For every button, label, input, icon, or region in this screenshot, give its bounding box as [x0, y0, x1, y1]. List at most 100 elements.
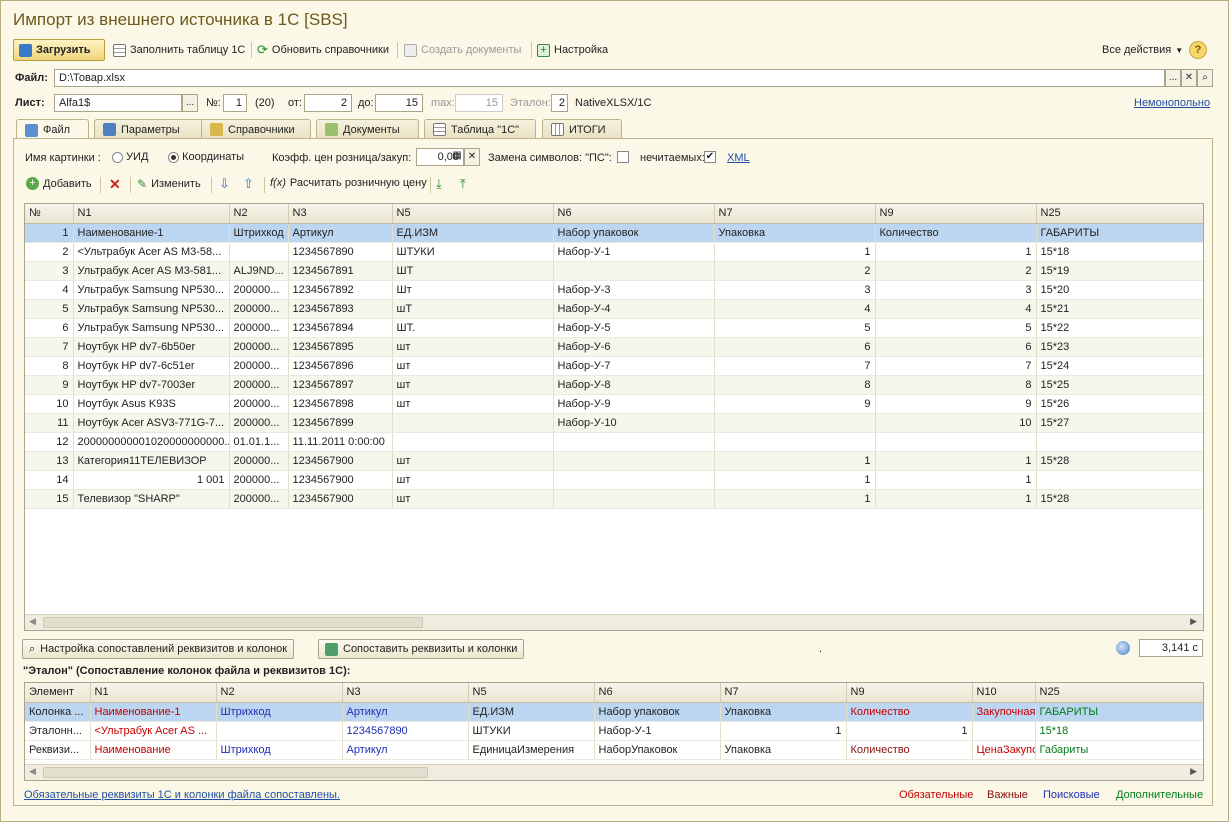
file-icon [25, 123, 38, 137]
column-header[interactable]: N3 [342, 683, 469, 703]
table-row[interactable]: 7 Ноутбук HP dv7-6b50er 200000... 123456789… [25, 337, 1203, 357]
settings-button[interactable]: + Настройка [537, 39, 608, 61]
column-header[interactable]: N1 [73, 204, 230, 224]
from-input[interactable]: 2 [304, 94, 352, 112]
column-header[interactable]: N25 [1036, 204, 1203, 224]
help-button[interactable]: ? [1189, 41, 1207, 59]
sheet-input[interactable]: Alfa1$ [54, 94, 182, 112]
table-cell [229, 242, 289, 262]
to-input[interactable]: 15 [375, 94, 423, 112]
column-header[interactable]: N7 [720, 683, 847, 703]
table-cell: Набор-У-1 [553, 242, 715, 262]
column-header[interactable]: N5 [392, 204, 554, 224]
column-header[interactable]: N1 [90, 683, 217, 703]
tab-totals[interactable]: ИТОГИ [542, 119, 622, 139]
xml-link[interactable]: XML [727, 152, 750, 164]
add-button[interactable]: + Добавить [26, 177, 92, 190]
tab-table-1c[interactable]: Таблица "1С" [424, 119, 536, 139]
replace-ps-checkbox[interactable] [617, 151, 629, 163]
tab-label: Файл [43, 124, 71, 136]
table-cell: 6 [875, 337, 1037, 357]
table-row[interactable]: 8 Ноутбук HP dv7-6c51er 200000... 123456789… [25, 356, 1203, 376]
mapping-settings-button[interactable]: ⌕ Настройка сопоставлений реквизитов и ко… [22, 639, 295, 659]
column-header[interactable]: N25 [1035, 683, 1203, 703]
tab-documents[interactable]: Документы [316, 119, 419, 139]
move-down-icon[interactable]: ⇩ [219, 176, 230, 192]
column-header[interactable]: N2 [216, 683, 343, 703]
all-actions-menu[interactable]: Все действия ▼ [1102, 39, 1183, 61]
table-row[interactable]: 4 Ультрабук Samsung NP530... 200000... 1234… [25, 280, 1203, 300]
load-button[interactable]: Загрузить [13, 39, 105, 61]
etalon-horizontal-scrollbar[interactable]: ◀ ▶ [25, 764, 1203, 780]
sheet-num-input[interactable]: 1 [223, 94, 247, 112]
tab-catalogs[interactable]: Справочники [201, 119, 311, 139]
tab-file[interactable]: Файл [16, 119, 89, 140]
main-data-grid[interactable]: № N1 N2 N3 N5 N6 N7 N9 N25 1 Наименование-1 Штрихк… [24, 203, 1204, 631]
calc-retail-button[interactable]: f(x) Расчитать розничную цену [270, 177, 427, 189]
column-header[interactable]: N3 [288, 204, 393, 224]
scroll-thumb[interactable] [43, 767, 428, 778]
column-header[interactable]: Элемент [25, 683, 91, 703]
tab-parameters[interactable]: Параметры [94, 119, 207, 139]
table-row[interactable]: 1 Наименование-1 Штрихкод Артикул ЕД.ИЗМ Набо… [25, 223, 1203, 243]
table-row[interactable]: 6 Ультрабук Samsung NP530... 200000... 1234… [25, 318, 1203, 338]
non-exclusive-link[interactable]: Немонопольно [1134, 97, 1210, 109]
column-header[interactable]: N2 [229, 204, 289, 224]
table-row[interactable]: Реквизи... Наименование Штрихкод Артикул Еди… [25, 740, 1203, 760]
column-header[interactable]: N9 [846, 683, 973, 703]
refresh-catalogs-button[interactable]: ⟳ Обновить справочники [257, 39, 389, 61]
table-row[interactable]: 11 Ноутбук Acer ASV3-771G-7... 200000... 12… [25, 413, 1203, 433]
import-icon[interactable]: ⤓ [436, 176, 442, 192]
clear-icon[interactable]: ✕ [1181, 69, 1197, 87]
etalon-grid[interactable]: Элемент N1 N2 N3 N5 N6 N7 N9 N10 N25 Колонка ... Н… [24, 682, 1204, 781]
scroll-right-icon[interactable]: ▶ [1190, 766, 1197, 777]
table-row[interactable]: Колонка ... Наименование-1 Штрихкод Артикул… [25, 702, 1203, 722]
table-row[interactable]: 3 Ультрабук Acer AS M3-581... ALJ9ND... 123… [25, 261, 1203, 281]
coords-radio[interactable]: Координаты [168, 151, 244, 163]
table-row[interactable]: 14 1 001 200000... 1234567900 шт 1 1 [25, 470, 1203, 490]
match-columns-button[interactable]: Сопоставить реквизиты и колонки [318, 639, 525, 659]
column-header[interactable]: N9 [875, 204, 1037, 224]
table-row[interactable]: 9 Ноутбук HP dv7-7003er 200000... 123456789… [25, 375, 1203, 395]
column-header[interactable]: N6 [594, 683, 721, 703]
table-row[interactable]: 15 Телевизор "SHARP" 200000... 1234567900 шт… [25, 489, 1203, 509]
table-row[interactable]: 2 <Ультрабук Acer AS M3-58... 1234567890 ШТ… [25, 242, 1203, 262]
etalon-label: Эталон: [510, 97, 551, 109]
column-header[interactable]: № [25, 204, 74, 224]
table-row[interactable]: Эталонн... <Ультрабук Acer AS ... 12345678… [25, 721, 1203, 741]
mapping-status-link[interactable]: Обязательные реквизиты 1С и колонки файл… [24, 789, 340, 801]
column-header[interactable]: N6 [553, 204, 715, 224]
table-row[interactable]: 10 Ноутбук Asus K93S 200000... 1234567898 шт… [25, 394, 1203, 414]
scroll-left-icon[interactable]: ◀ [29, 616, 36, 627]
tab-bar: Файл Параметры Справочники Документы Таб… [13, 119, 1213, 140]
table-row[interactable]: 5 Ультрабук Samsung NP530... 200000... 1234… [25, 299, 1203, 319]
table-cell: 7 [714, 356, 876, 376]
table-cell: шт [392, 356, 554, 376]
edit-button[interactable]: ✎ Изменить [137, 177, 201, 191]
file-path-input[interactable]: D:\Товар.xlsx [54, 69, 1165, 87]
column-header[interactable]: N5 [468, 683, 595, 703]
horizontal-scrollbar[interactable]: ◀ ▶ [25, 614, 1203, 630]
scroll-left-icon[interactable]: ◀ [29, 766, 36, 777]
sheet-browse-button[interactable]: ... [182, 94, 198, 112]
fill-table-button[interactable]: Заполнить таблицу 1С [113, 39, 245, 61]
calculator-icon[interactable]: ▦ [449, 149, 465, 165]
etalon-input[interactable]: 2 [551, 94, 568, 112]
scroll-right-icon[interactable]: ▶ [1190, 616, 1197, 627]
table-row[interactable]: 12 200000000001020000000000... 01.01.1... 1… [25, 432, 1203, 452]
file-browse-button[interactable]: ... [1165, 69, 1181, 87]
move-up-icon[interactable]: ⇧ [243, 176, 254, 192]
column-header[interactable]: N10 [972, 683, 1036, 703]
column-header[interactable]: N7 [714, 204, 876, 224]
table-row[interactable]: 13 Категория11ТЕЛЕВИЗОР 200000... 123456790… [25, 451, 1203, 471]
uid-radio[interactable]: УИД [112, 151, 148, 163]
search-icon[interactable]: ⌕ [1197, 69, 1213, 87]
export-icon[interactable]: ⤒ [460, 176, 466, 192]
table-cell: ШТУКИ [392, 242, 554, 262]
delete-icon[interactable]: ✕ [109, 176, 121, 193]
create-documents-button[interactable]: Создать документы [404, 39, 521, 61]
mapping-settings-label: Настройка сопоставлений реквизитов и кол… [40, 643, 288, 655]
clear-icon[interactable]: ✕ [464, 148, 480, 166]
scroll-thumb[interactable] [43, 617, 423, 628]
nonprint-checkbox[interactable]: ✔ [704, 151, 716, 163]
